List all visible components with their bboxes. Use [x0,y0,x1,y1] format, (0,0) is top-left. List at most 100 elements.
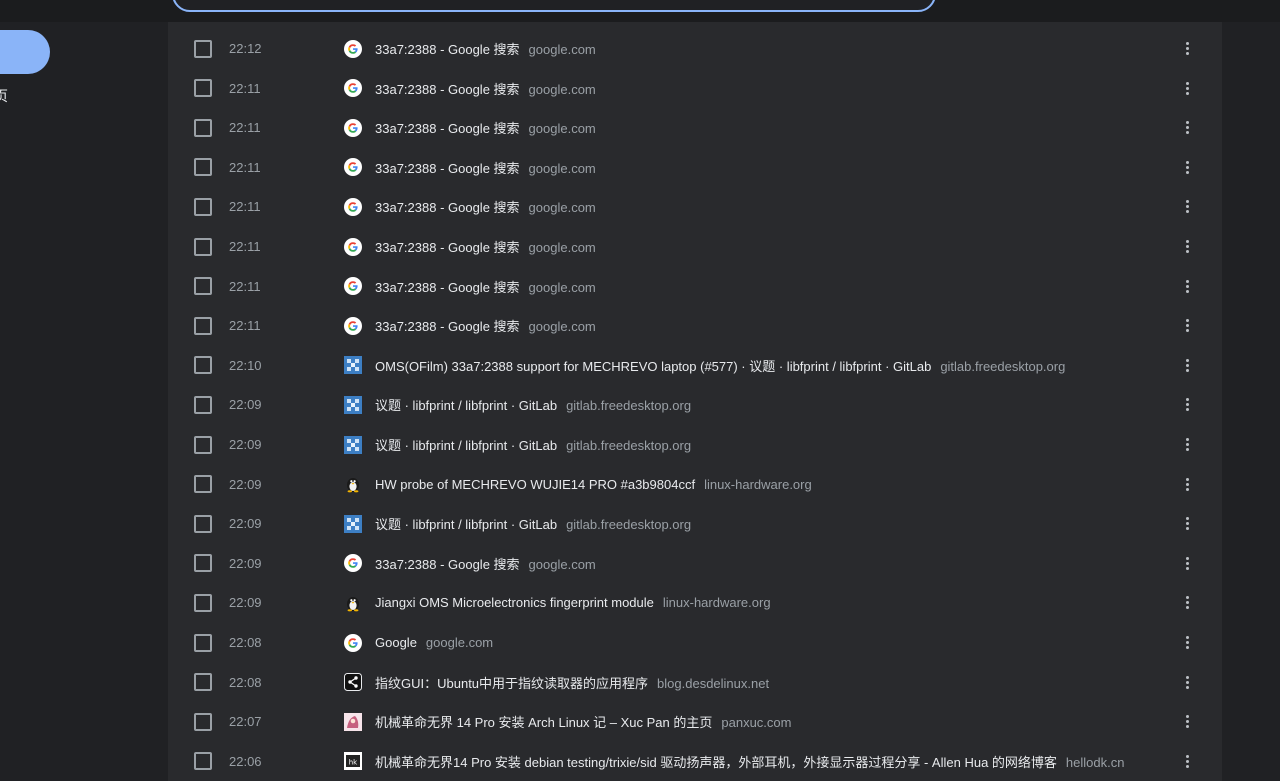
history-row[interactable]: 22:06 hk 机械革命无界14 Pro 安装 debian testing/tr… [168,742,1222,781]
row-select-checkbox[interactable] [194,752,212,771]
more-actions-icon[interactable] [1180,40,1194,58]
entry-title[interactable]: Google [375,635,417,650]
gitlab-freedesktop-icon [344,514,362,533]
history-entry-link[interactable]: 33a7:2388 - Google 搜索 google.com [375,79,1152,98]
entry-title[interactable]: 33a7:2388 - Google 搜索 [375,200,520,215]
entry-title[interactable]: 议题 · libfprint / libfprint · GitLab [375,398,557,413]
more-actions-icon[interactable] [1180,515,1194,533]
more-actions-icon[interactable] [1180,554,1194,572]
entry-title[interactable]: 33a7:2388 - Google 搜索 [375,319,520,334]
history-row[interactable]: 22:09 Jiangxi OMS Microelectronics finger… [168,583,1222,622]
history-row[interactable]: 22:09 议题 · libfprint / libfprint · GitLab… [168,425,1222,464]
row-select-checkbox[interactable] [194,514,212,533]
history-row[interactable]: 22:11 33a7:2388 - Google 搜索 google.com [168,306,1222,345]
history-row[interactable]: 22:11 33a7:2388 - Google 搜索 google.com [168,148,1222,187]
more-actions-icon[interactable] [1180,356,1194,374]
row-select-checkbox[interactable] [194,39,212,58]
history-entry-link[interactable]: 33a7:2388 - Google 搜索 google.com [375,39,1152,58]
entry-title[interactable]: 33a7:2388 - Google 搜索 [375,82,520,97]
row-select-checkbox[interactable] [194,158,212,177]
history-row[interactable]: 22:11 33a7:2388 - Google 搜索 google.com [168,69,1222,108]
more-actions-icon[interactable] [1180,396,1194,414]
history-row[interactable]: 22:08 指纹GUI：Ubuntu中用于指纹读取器的应用程序 blog.desde… [168,663,1222,702]
entry-title[interactable]: 议题 · libfprint / libfprint · GitLab [375,517,557,532]
row-select-checkbox[interactable] [194,633,212,652]
row-select-checkbox[interactable] [194,435,212,454]
entry-title[interactable]: 33a7:2388 - Google 搜索 [375,161,520,176]
more-actions-icon[interactable] [1180,158,1194,176]
history-entry-link[interactable]: Google google.com [375,635,1152,650]
row-select-checkbox[interactable] [194,197,212,216]
history-row[interactable]: 22:12 33a7:2388 - Google 搜索 google.com [168,29,1222,68]
history-entry-link[interactable]: HW probe of MECHREVO WUJIE14 PRO #a3b980… [375,477,1152,492]
row-select-checkbox[interactable] [194,277,212,296]
history-entry-link[interactable]: 机械革命无界14 Pro 安装 debian testing/trixie/si… [375,752,1152,771]
more-actions-icon[interactable] [1180,713,1194,731]
row-select-checkbox[interactable] [194,79,212,98]
history-entry-link[interactable]: 33a7:2388 - Google 搜索 google.com [375,197,1152,216]
history-entry-link[interactable]: 指纹GUI：Ubuntu中用于指纹读取器的应用程序 blog.desdelinux… [375,673,1152,692]
entry-title[interactable]: OMS(OFilm) 33a7:2388 support for MECHREV… [375,359,931,374]
entry-title[interactable]: 33a7:2388 - Google 搜索 [375,280,520,295]
history-row[interactable]: 22:09 33a7:2388 - Google 搜索 google.com [168,544,1222,583]
more-actions-icon[interactable] [1180,752,1194,770]
row-select-checkbox[interactable] [194,593,212,612]
entry-title[interactable]: 33a7:2388 - Google 搜索 [375,121,520,136]
entry-title[interactable]: HW probe of MECHREVO WUJIE14 PRO #a3b980… [375,477,695,492]
history-row[interactable]: 22:07 机械革命无界 14 Pro 安装 Arch Linux 记 – Xuc… [168,702,1222,741]
entry-title[interactable]: 机械革命无界 14 Pro 安装 Arch Linux 记 – Xuc Pan … [375,715,712,730]
history-entry-link[interactable]: 33a7:2388 - Google 搜索 google.com [375,316,1152,335]
row-select-checkbox[interactable] [194,237,212,256]
more-actions-icon[interactable] [1180,475,1194,493]
row-select-checkbox[interactable] [194,712,212,731]
entry-title[interactable]: 议题 · libfprint / libfprint · GitLab [375,438,557,453]
more-actions-icon[interactable] [1180,119,1194,137]
history-row[interactable]: 22:11 33a7:2388 - Google 搜索 google.com [168,108,1222,147]
entry-title[interactable]: Jiangxi OMS Microelectronics fingerprint… [375,595,654,610]
more-actions-icon[interactable] [1180,594,1194,612]
history-entry-link[interactable]: 议题 · libfprint / libfprint · GitLab gitla… [375,395,1152,414]
history-entry-link[interactable]: 33a7:2388 - Google 搜索 google.com [375,118,1152,137]
history-entry-link[interactable]: 议题 · libfprint / libfprint · GitLab gitla… [375,435,1152,454]
history-row[interactable]: 22:09 HW probe of MECHREVO WUJIE14 PRO #a… [168,465,1222,504]
more-actions-icon[interactable] [1180,634,1194,652]
history-entry-link[interactable]: 33a7:2388 - Google 搜索 google.com [375,158,1152,177]
row-select-checkbox[interactable] [194,118,212,137]
entry-title[interactable]: 33a7:2388 - Google 搜索 [375,240,520,255]
entry-title[interactable]: 机械革命无界14 Pro 安装 debian testing/trixie/si… [375,755,1057,770]
history-row[interactable]: 22:11 33a7:2388 - Google 搜索 google.com [168,267,1222,306]
entry-title[interactable]: 指纹GUI：Ubuntu中用于指纹读取器的应用程序 [375,676,648,691]
google-icon [344,79,362,98]
more-actions-icon[interactable] [1180,198,1194,216]
history-entry-link[interactable]: 机械革命无界 14 Pro 安装 Arch Linux 记 – Xuc Pan … [375,712,1152,731]
search-history-input[interactable] [172,0,936,12]
more-actions-icon[interactable] [1180,317,1194,335]
history-row[interactable]: 22:09 议题 · libfprint / libfprint · GitLab… [168,504,1222,543]
entry-title[interactable]: 33a7:2388 - Google 搜索 [375,42,520,57]
more-actions-icon[interactable] [1180,436,1194,454]
row-select-checkbox[interactable] [194,554,212,573]
history-entry-link[interactable]: 33a7:2388 - Google 搜索 google.com [375,237,1152,256]
history-entry-link[interactable]: Jiangxi OMS Microelectronics fingerprint… [375,595,1152,610]
row-select-checkbox[interactable] [194,356,212,375]
sidebar-item-active[interactable] [0,30,50,74]
more-actions-icon[interactable] [1180,673,1194,691]
history-entry-link[interactable]: 33a7:2388 - Google 搜索 google.com [375,554,1152,573]
history-entry-link[interactable]: OMS(OFilm) 33a7:2388 support for MECHREV… [375,356,1152,375]
history-entry-link[interactable]: 议题 · libfprint / libfprint · GitLab gitla… [375,514,1152,533]
history-row[interactable]: 22:10 OMS(OFilm) 33a7:2388 support for ME… [168,346,1222,385]
history-row[interactable]: 22:09 议题 · libfprint / libfprint · GitLab… [168,385,1222,424]
history-entry-link[interactable]: 33a7:2388 - Google 搜索 google.com [375,277,1152,296]
more-actions-icon[interactable] [1180,277,1194,295]
history-row[interactable]: 22:11 33a7:2388 - Google 搜索 google.com [168,187,1222,226]
history-row[interactable]: 22:08 Google google.com [168,623,1222,662]
row-select-checkbox[interactable] [194,673,212,692]
more-actions-icon[interactable] [1180,79,1194,97]
row-select-checkbox[interactable] [194,316,212,335]
history-row[interactable]: 22:11 33a7:2388 - Google 搜索 google.com [168,227,1222,266]
entry-title[interactable]: 33a7:2388 - Google 搜索 [375,557,520,572]
row-select-checkbox[interactable] [194,395,212,414]
row-select-checkbox[interactable] [194,475,212,494]
sidebar-item-label[interactable]: 页 [0,86,8,106]
more-actions-icon[interactable] [1180,238,1194,256]
